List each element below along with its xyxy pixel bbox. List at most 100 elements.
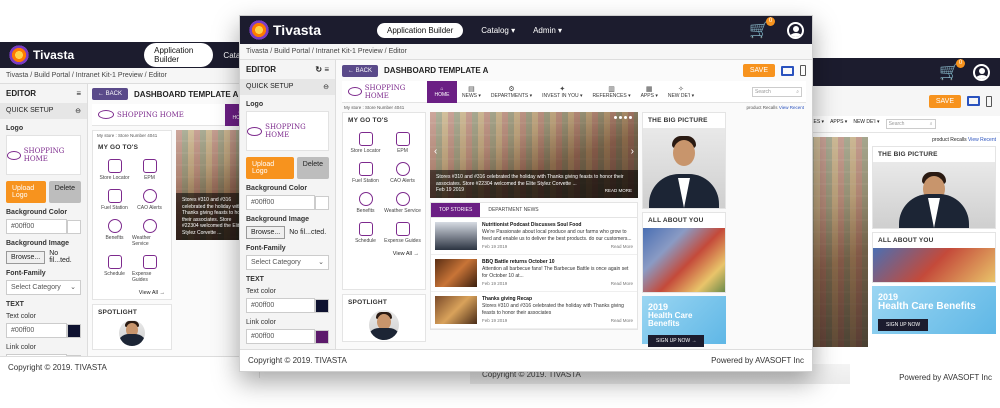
user-avatar-icon[interactable] — [973, 63, 990, 81]
back-button[interactable]: ← BACK — [92, 88, 129, 100]
mobile-view-icon[interactable] — [986, 95, 992, 107]
app-builder-button-front[interactable]: Application Builder — [377, 22, 464, 38]
collapse-icon[interactable]: ⊖ — [75, 107, 81, 115]
nav-home-front[interactable]: ⌂ HOME — [427, 80, 457, 103]
health-banner-back[interactable]: 2019 Health Care Benefits SIGN UP NOW — [872, 286, 996, 334]
go-to-fuel-station-front[interactable]: Fuel Station — [347, 162, 384, 184]
desktop-view-icon[interactable] — [781, 65, 794, 76]
nav-new-back[interactable]: NEW DE'I ▾ — [853, 119, 879, 129]
nav-references[interactable]: ▥ REFERENCES ▾ — [588, 85, 636, 99]
nav-invest[interactable]: ✦ INVEST IN YOU ▾ — [537, 85, 587, 99]
nav-new[interactable]: ✧ NEW DE'I ▾ — [663, 85, 699, 99]
all-about-photo-back[interactable] — [873, 248, 995, 282]
view-all-link-front[interactable]: View All → — [343, 248, 425, 260]
crumb-page[interactable]: Intranet Kit-1 Preview — [76, 72, 143, 79]
save-button-back[interactable]: SAVE — [928, 94, 961, 108]
bg-color-swatch[interactable] — [67, 219, 81, 234]
go-to-expense-guides-front[interactable]: Expense Guides — [384, 222, 421, 244]
bg-color-field-front[interactable]: #00ff00 — [246, 195, 315, 210]
read-more-link[interactable]: Read More — [611, 281, 633, 287]
crumb-portal[interactable]: Build Portal — [34, 72, 70, 79]
go-to-cao-alerts[interactable]: CAO Alerts — [132, 189, 167, 211]
delete-logo-button-front[interactable]: Delete — [296, 157, 329, 179]
bg-color-swatch-front[interactable] — [315, 195, 329, 210]
search-input[interactable]: Search ⌕ — [752, 86, 802, 97]
go-to-benefits-front[interactable]: Benefits — [347, 192, 384, 214]
nav-apps[interactable]: ▦ APPS ▾ — [636, 85, 663, 99]
crumb-home[interactable]: Tivasta — [6, 72, 28, 79]
go-to-benefits[interactable]: Benefits — [97, 219, 132, 247]
all-about-photo[interactable] — [643, 228, 725, 292]
story-item[interactable]: Thanks giving Recap Stores #310 and #316 … — [431, 292, 637, 329]
go-to-cao-alerts-front[interactable]: CAO Alerts — [384, 162, 421, 184]
upload-logo-button-front[interactable]: Upload Logo — [246, 157, 294, 179]
collapse-icon[interactable]: ⊖ — [323, 83, 329, 91]
refresh-menu-icon[interactable]: ↻ ≡ — [315, 65, 329, 74]
story-item[interactable]: BBQ Battle returns October 10 Attention a… — [431, 255, 637, 292]
read-more-link[interactable]: Read More — [611, 244, 633, 250]
read-more-link[interactable]: Read More — [611, 318, 633, 324]
go-to-epm-front[interactable]: EPM — [384, 132, 421, 154]
mobile-view-icon[interactable] — [800, 65, 806, 76]
site-logo[interactable]: SHOPPING HOME — [92, 110, 190, 119]
nav-news[interactable]: ▤ NEWS ▾ — [457, 85, 486, 99]
cart-icon[interactable]: 🛒 0 — [939, 59, 965, 82]
back-button-front[interactable]: ← BACK — [342, 64, 379, 77]
font-family-select-front[interactable]: Select Category ⌄ — [246, 255, 329, 270]
go-to-fuel-station[interactable]: Fuel Station — [97, 189, 132, 211]
app-builder-button[interactable]: Application Builder — [144, 43, 214, 67]
tab-department-news[interactable]: DEPARTMENT NEWS — [480, 203, 546, 217]
read-more-link[interactable]: READ MORE — [605, 188, 632, 194]
nav-admin-front[interactable]: Admin ▾ — [533, 26, 562, 35]
health-banner[interactable]: 2019 Health Care Benefits SIGN UP NOW → — [642, 296, 726, 347]
site-logo-front[interactable]: SHOPPING HOME — [342, 84, 427, 100]
desktop-view-icon[interactable] — [967, 96, 980, 106]
browse-button[interactable]: Browse... — [6, 250, 46, 264]
tab-top-stories[interactable]: TOP STORIES — [431, 203, 481, 217]
text-color-swatch-front[interactable] — [315, 298, 329, 313]
link-color-field-front[interactable]: #00ff00 — [246, 329, 315, 344]
menu-icon[interactable]: ≡ — [76, 89, 81, 98]
go-to-epm[interactable]: EPM — [132, 159, 167, 181]
text-color-field[interactable]: #00ff00 — [6, 323, 67, 338]
hero-carousel-front[interactable]: ‹ › Stores #310 and #316 celebrated the … — [430, 112, 638, 198]
spotlight-avatar[interactable] — [119, 320, 145, 346]
chevron-left-icon[interactable]: ‹ — [434, 146, 437, 157]
text-color-field-front[interactable]: #00ff00 — [246, 298, 315, 313]
link-color-swatch-front[interactable] — [315, 329, 329, 344]
chevron-right-icon[interactable]: › — [631, 146, 634, 157]
nav-catalog-front[interactable]: Catalog ▾ — [481, 26, 515, 35]
go-to-schedule-front[interactable]: Schedule — [347, 222, 384, 244]
upload-logo-button[interactable]: Upload Logo — [6, 181, 46, 203]
view-recent-link[interactable]: View Recent — [779, 105, 804, 110]
font-family-select[interactable]: Select Category ⌄ — [6, 280, 81, 295]
big-picture-photo-back[interactable] — [873, 162, 995, 228]
text-color-swatch[interactable] — [67, 323, 81, 338]
big-picture-photo[interactable] — [643, 128, 725, 208]
quick-setup-bar-front[interactable]: QUICK SETUP ⊖ — [240, 79, 335, 95]
go-to-store-locator-front[interactable]: Store Locator — [347, 132, 384, 154]
search-input-back[interactable]: Search ⌕ — [885, 119, 936, 129]
go-to-weather[interactable]: Weather Service — [132, 219, 167, 247]
cart-icon-front[interactable]: 🛒 0 — [749, 17, 775, 40]
view-recent-link-back[interactable]: View Recent — [968, 137, 996, 143]
user-avatar-icon-front[interactable] — [787, 21, 804, 39]
brand-logo-front[interactable]: Tivasta — [248, 19, 321, 41]
story-item[interactable]: Nutritionist Podcast Discusses Soul Food… — [431, 218, 637, 255]
bg-color-field[interactable]: #00ff00 — [6, 219, 67, 234]
sign-up-button-back[interactable]: SIGN UP NOW — [878, 318, 929, 331]
carousel-dots[interactable] — [614, 116, 632, 119]
browse-button-front[interactable]: Browse... — [246, 226, 286, 239]
delete-logo-button[interactable]: Delete — [48, 181, 81, 203]
go-to-store-locator[interactable]: Store Locator — [97, 159, 132, 181]
brand-logo[interactable]: Tivasta — [8, 44, 74, 66]
nav-departments[interactable]: ⚙ DEPARTMENTS ▾ — [486, 85, 537, 99]
quick-setup-bar[interactable]: QUICK SETUP ⊖ — [0, 103, 87, 119]
sign-up-button[interactable]: SIGN UP NOW → — [648, 334, 705, 347]
nav-apps-back[interactable]: APPS ▾ — [830, 119, 847, 129]
go-to-expense-guides[interactable]: Expense Guides — [132, 255, 167, 283]
save-button[interactable]: SAVE — [742, 64, 775, 77]
view-all-link[interactable]: View All → — [93, 287, 171, 299]
spotlight-avatar-front[interactable] — [369, 310, 399, 340]
go-to-schedule[interactable]: Schedule — [97, 255, 132, 283]
